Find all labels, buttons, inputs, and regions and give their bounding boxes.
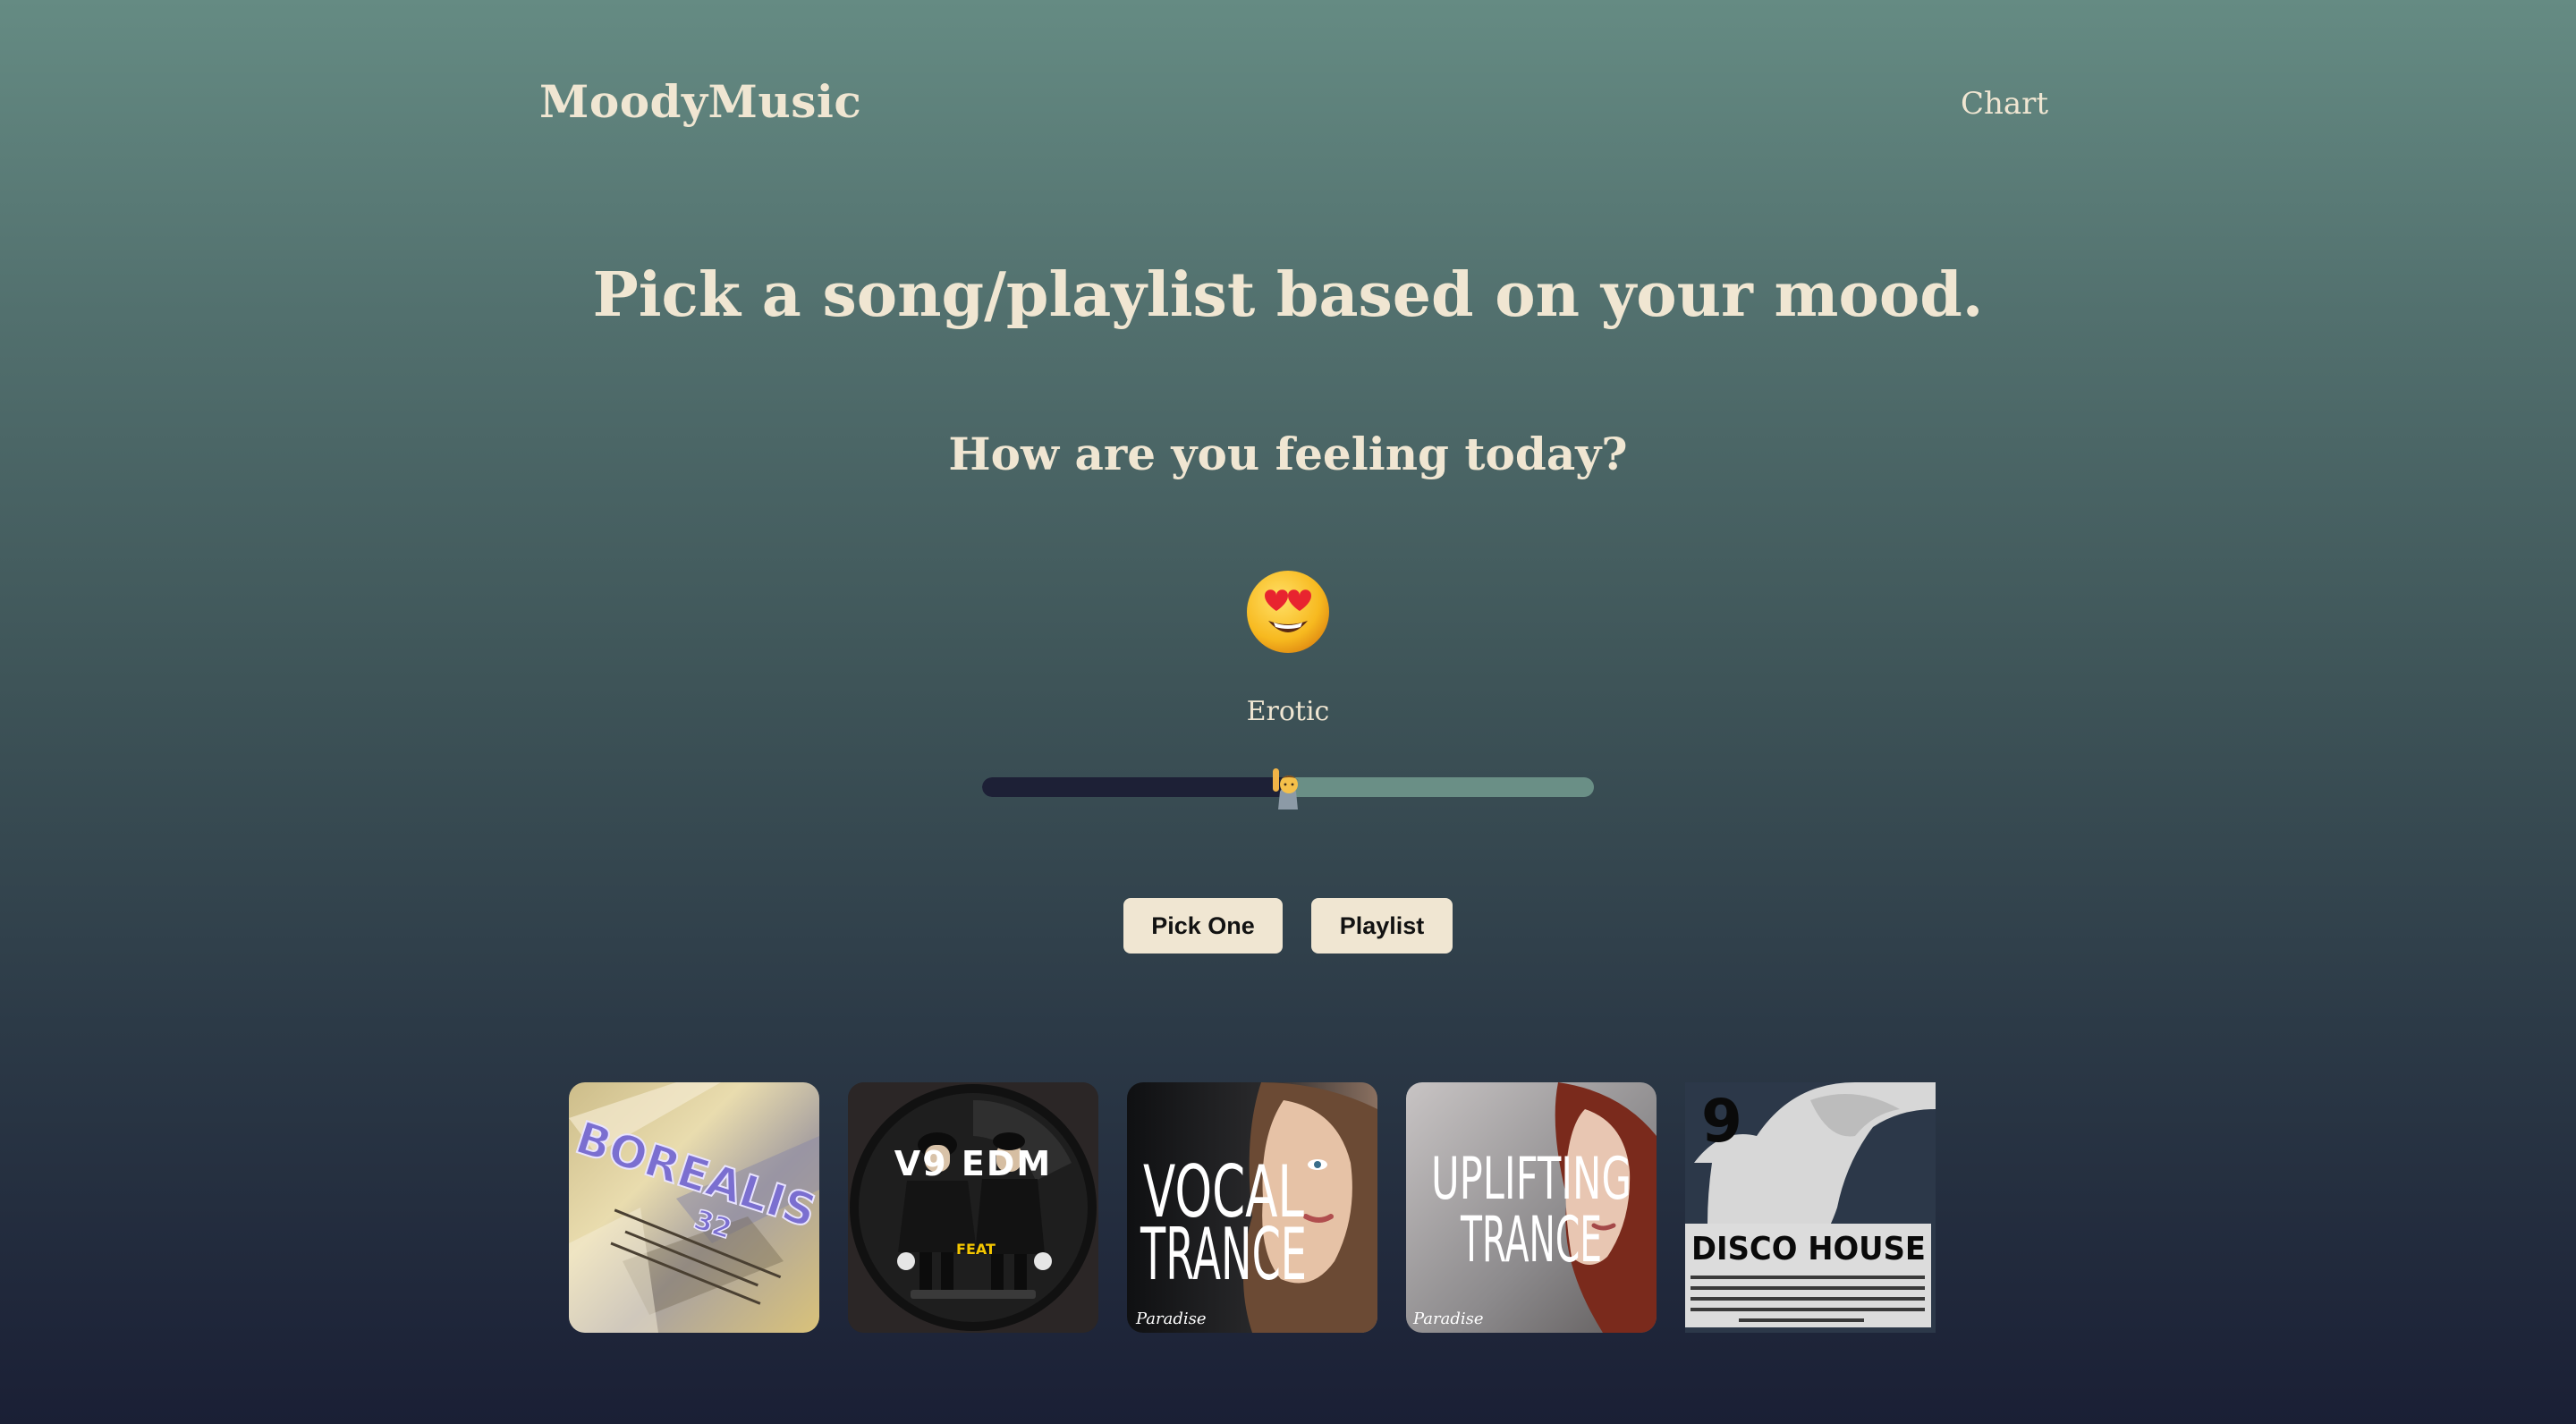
mood-label: Erotic (1246, 696, 1330, 727)
album-cover-disco-house[interactable]: 9 DISCO HOUSE (1685, 1082, 1936, 1333)
disco-house-number: 9 (1701, 1087, 1742, 1156)
mood-slider[interactable] (982, 768, 1594, 809)
page-title: Pick a song/playlist based on your mood. (592, 259, 1984, 331)
heart-eyes-emoji-icon (1247, 571, 1329, 653)
pick-one-button[interactable]: Pick One (1123, 898, 1283, 954)
playlist-button[interactable]: Playlist (1311, 898, 1453, 954)
person-raising-hand-icon[interactable] (1267, 765, 1309, 809)
v9-edm-title-text: V9 EDM (894, 1144, 1052, 1183)
album-cover-v9-edm[interactable]: V9 EDM FEAT (848, 1082, 1098, 1333)
uplifting-trance-label: Paradise (1412, 1310, 1484, 1328)
vocal-trance-title-line2: TRANCE (1140, 1214, 1307, 1297)
disco-house-title: DISCO HOUSE (1691, 1231, 1926, 1267)
uplifting-trance-title-line2: TRANCE (1460, 1203, 1602, 1276)
album-cover-uplifting-trance[interactable]: UPLIFTING TRANCE Paradise (1406, 1082, 1657, 1333)
brand-logo[interactable]: MoodyMusic (539, 75, 861, 128)
vocal-trance-label: Paradise (1135, 1310, 1207, 1328)
v9-feat-text: FEAT (956, 1241, 996, 1258)
album-cover-borealis[interactable]: BOREALIS 32 (569, 1082, 819, 1333)
album-cover-vocal-trance[interactable]: VOCAL TRANCE Paradise (1127, 1082, 1377, 1333)
nav-link-chart[interactable]: Chart (1961, 86, 2048, 122)
mood-slider-fill (982, 777, 1288, 797)
mood-question: How are you feeling today? (948, 428, 1628, 480)
